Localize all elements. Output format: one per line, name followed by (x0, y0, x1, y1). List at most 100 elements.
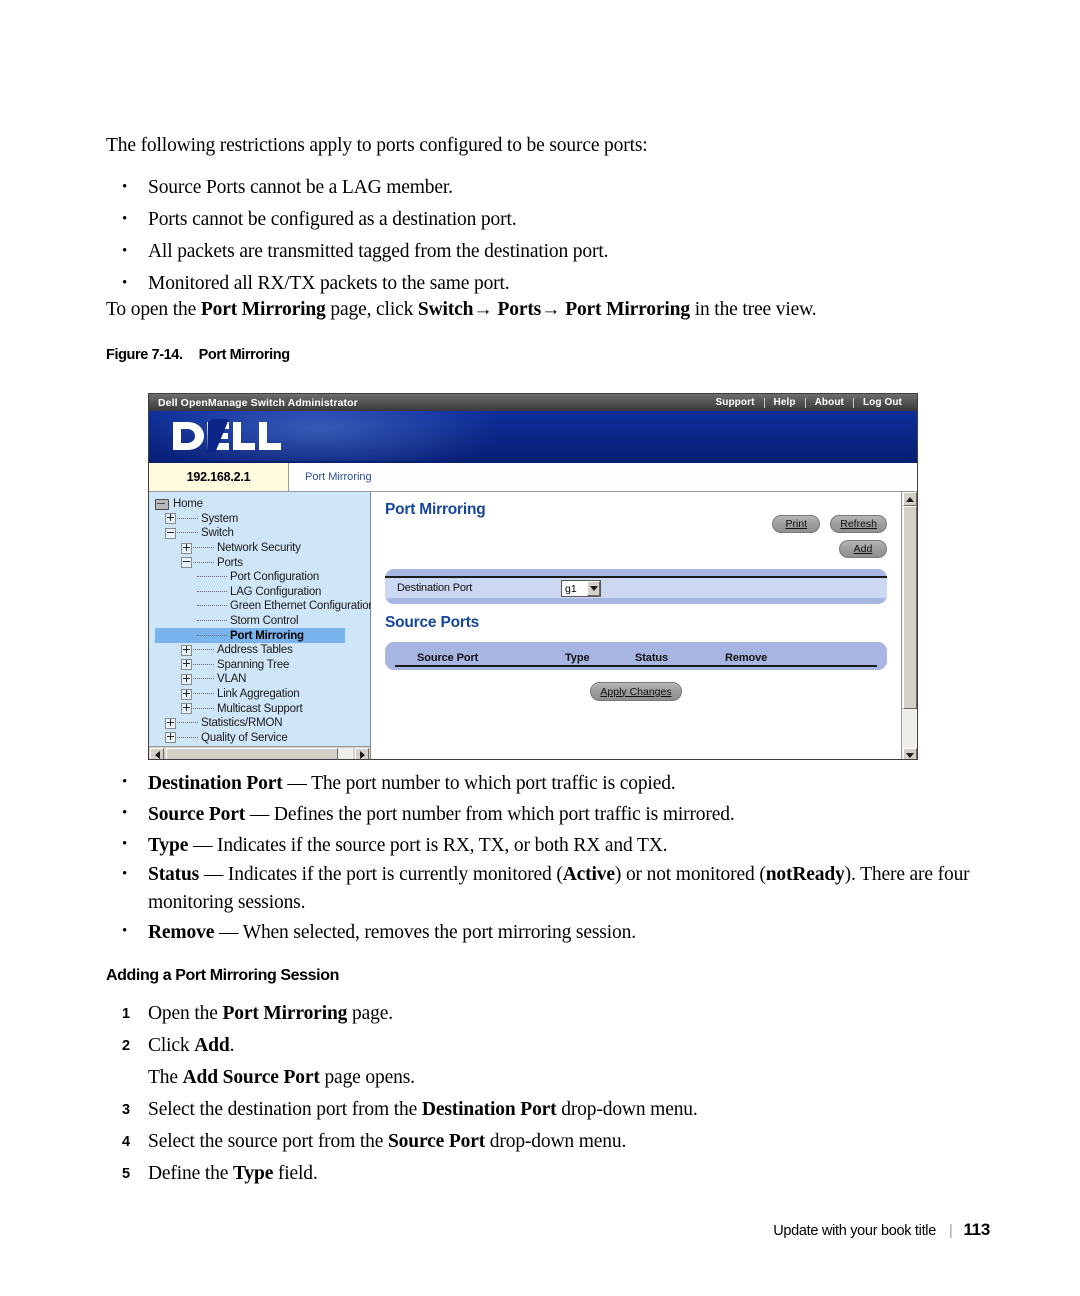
print-button[interactable]: Print (772, 515, 821, 533)
expand-plus-icon[interactable] (181, 688, 192, 700)
term-destination-port: Destination Port (148, 773, 283, 794)
list-item: All packets are transmitted tagged from … (106, 235, 996, 268)
tree-node-address-tables[interactable]: Address Tables (155, 643, 370, 658)
expand-plus-icon[interactable] (181, 659, 192, 671)
add-button[interactable]: Add (839, 540, 887, 558)
term-description: — The port number to which port traffic … (282, 773, 676, 794)
tree-node-system[interactable]: System (155, 512, 370, 527)
instruction-suffix: in the tree view. (689, 299, 817, 320)
expand-plus-icon[interactable] (165, 732, 176, 744)
list-item: Type — Indicates if the source port is R… (106, 829, 996, 861)
instruction-mid: page, click (325, 299, 418, 320)
scroll-thumb[interactable] (902, 506, 917, 710)
tree-node-home[interactable]: Home (155, 497, 370, 512)
nav-support[interactable]: Support (706, 397, 763, 408)
tree-node-label: Green Ethernet Configuration (230, 600, 375, 613)
scroll-down-button[interactable] (902, 748, 917, 759)
tree-node-statistics-rmon[interactable]: Statistics/RMON (155, 716, 370, 731)
step-text-bold: Add Source Port (182, 1067, 320, 1088)
nav-logout[interactable]: Log Out (854, 397, 911, 408)
destination-port-select[interactable]: g1 (561, 580, 601, 597)
expand-plus-icon[interactable] (181, 703, 192, 715)
tree-node-green-ethernet-configuration[interactable]: Green Ethernet Configuration (155, 599, 375, 614)
scroll-up-button[interactable] (902, 492, 917, 506)
step-item: 5 Define the Type field. (106, 1158, 996, 1190)
tree-connector (197, 634, 227, 637)
tree-node-label: LAG Configuration (230, 585, 322, 598)
step-text-bold: Destination Port (421, 1099, 557, 1120)
tree-node-switch[interactable]: Switch (155, 526, 370, 541)
instruction-prefix: To open the (106, 299, 201, 320)
nav-help[interactable]: Help (765, 397, 805, 408)
device-ip-tab[interactable]: 192.168.2.1 (149, 463, 289, 491)
tree-node-label: Statistics/RMON (201, 717, 283, 730)
tree-node-quality-of-service[interactable]: Quality of Service (155, 731, 370, 746)
tree-node-multicast-support[interactable]: Multicast Support (155, 701, 370, 716)
scroll-track[interactable] (166, 748, 353, 759)
tree-node-spanning-tree[interactable]: Spanning Tree (155, 658, 370, 673)
content-inner: Port Mirroring Print Refresh Add Destina… (371, 492, 901, 759)
collapse-minus-icon[interactable] (165, 527, 176, 539)
step-text-post: drop-down menu. (485, 1131, 627, 1152)
tree-node-link-aggregation[interactable]: Link Aggregation (155, 687, 370, 702)
term-remove: Remove (148, 922, 215, 943)
expand-plus-icon[interactable] (181, 644, 192, 656)
tree-connector (197, 590, 227, 593)
tree-node-ports[interactable]: Ports (155, 555, 370, 570)
tree-node-lag-configuration[interactable]: LAG Configuration (155, 585, 370, 600)
collapse-minus-icon[interactable] (181, 557, 192, 569)
scroll-thumb[interactable] (166, 748, 339, 759)
tree-connector (197, 605, 227, 607)
table-header-row: Source Port Type Status Remove (395, 646, 877, 667)
step-number: 4 (122, 1134, 130, 1150)
brand-banner (149, 411, 917, 463)
chevron-down-icon[interactable] (587, 581, 600, 596)
value-notready: notReady (765, 864, 845, 885)
tree-node-network-security[interactable]: Network Security (155, 541, 370, 556)
expand-plus-icon[interactable] (181, 542, 192, 554)
step-text-post: . (229, 1035, 235, 1056)
expand-plus-icon[interactable] (165, 513, 176, 525)
scroll-track[interactable] (902, 506, 917, 748)
expand-plus-icon[interactable] (181, 673, 192, 685)
term-description: — Indicates if the source port is RX, TX… (188, 835, 668, 856)
footer-book-title: Update with your book title (773, 1223, 936, 1239)
admin-body: Home System Switch Network Security Port… (149, 492, 917, 759)
tree-node-label: Ports (217, 556, 243, 569)
instruction-bold-port-mirroring: Port Mirroring (200, 299, 326, 320)
tree-connector (177, 532, 198, 534)
apply-changes-button[interactable]: Apply Changes (590, 682, 682, 701)
tree-connector (193, 678, 214, 680)
tree-node-port-configuration[interactable]: Port Configuration (155, 570, 370, 585)
step-text-pre: Define the (148, 1163, 233, 1184)
step-number: 1 (122, 1006, 130, 1022)
tree-node-label: Network Security (217, 542, 301, 555)
refresh-button[interactable]: Refresh (830, 515, 887, 533)
nav-about[interactable]: About (806, 397, 853, 408)
tree-node-port-mirroring[interactable]: Port Mirroring (155, 628, 345, 643)
value-active: Active (562, 864, 615, 885)
term-status: Status (148, 864, 200, 885)
field-descriptions-list: Destination Port — The port number to wh… (106, 767, 996, 948)
tree-node-storm-control[interactable]: Storm Control (155, 614, 370, 629)
scroll-left-button[interactable] (150, 748, 164, 759)
triangle-up-icon (905, 496, 914, 502)
scroll-right-button[interactable] (355, 748, 369, 759)
app-title: Dell OpenManage Switch Administrator (158, 396, 358, 409)
tree-node-vlan[interactable]: VLAN (155, 672, 370, 687)
step-text-pre: Select the source port from the (148, 1131, 388, 1152)
list-item: Monitored all RX/TX packets to the same … (106, 267, 996, 300)
expand-plus-icon[interactable] (165, 717, 176, 729)
step-item: 3 Select the destination port from the De… (106, 1094, 996, 1126)
tab-strip: 192.168.2.1 Port Mirroring (149, 463, 917, 492)
tree-node-label: VLAN (217, 673, 247, 686)
figure-number: Figure 7-14. (106, 347, 183, 363)
tree-horizontal-scrollbar[interactable] (149, 746, 370, 759)
dell-logo-icon (173, 419, 281, 453)
section-heading: Adding a Port Mirroring Session (106, 967, 339, 984)
destination-port-label: Destination Port (397, 582, 473, 594)
tree-connector (197, 576, 227, 578)
step-text-pre: Select the destination port from the (148, 1099, 422, 1120)
content-vertical-scrollbar[interactable] (901, 492, 917, 759)
list-item: Ports cannot be configured as a destinat… (106, 203, 996, 236)
